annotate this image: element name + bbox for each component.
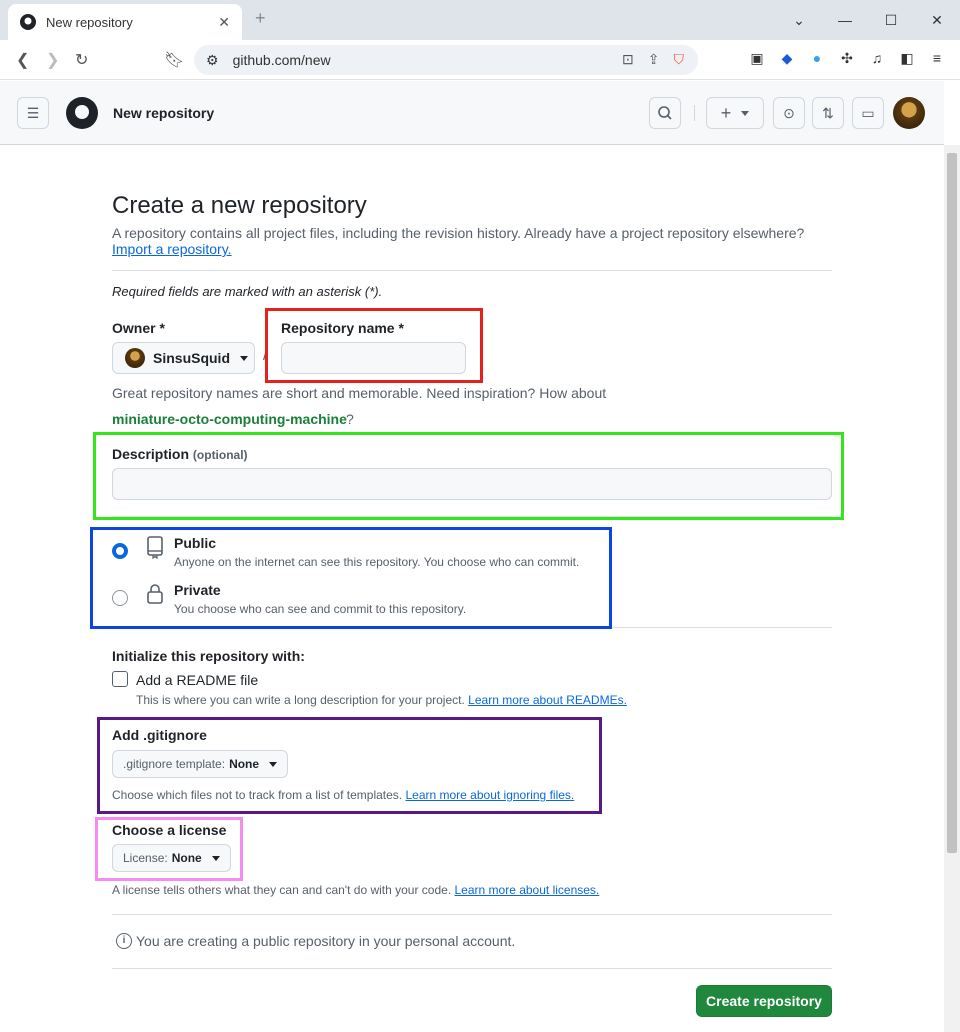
divider — [112, 914, 832, 915]
license-description: A license tells others what they can and… — [112, 883, 599, 897]
close-tab-icon[interactable]: ✕ — [218, 14, 230, 31]
repo-name-hint: Great repository names are short and mem… — [112, 385, 607, 401]
readme-checkbox[interactable] — [112, 671, 128, 687]
maximize-icon[interactable]: ☐ — [868, 12, 914, 29]
info-icon: i — [116, 933, 132, 949]
search-icon — [658, 106, 672, 120]
extensions-bar: ▣ ◆ ● ✣ ♫ ◧ ≡ — [748, 50, 946, 67]
browser-toolbar: ❮ ❯ ↻ 🔖︎ ⚙ github.com/new ⊡ ⇪ ⛉ ▣ ◆ ● ✣ … — [0, 40, 960, 80]
github-favicon-icon — [20, 14, 36, 30]
brave-shield-icon[interactable]: ⛉ — [674, 51, 685, 68]
extension-compass-icon[interactable]: ● — [808, 50, 826, 67]
issues-icon: ⊙ — [783, 104, 795, 121]
github-logo-icon[interactable] — [66, 97, 98, 129]
divider — [112, 270, 832, 271]
chevron-down-icon — [240, 355, 248, 361]
issues-button[interactable]: ⊙ — [773, 97, 805, 129]
bookmark-icon[interactable]: 🔖︎ — [164, 50, 184, 70]
create-new-button[interactable]: + — [706, 97, 764, 129]
annotation-box-red — [265, 308, 483, 383]
browser-tab[interactable]: New repository ✕ — [8, 4, 242, 40]
suggestion-question-mark: ? — [346, 411, 354, 427]
inbox-button[interactable]: ▭ — [852, 97, 884, 129]
required-note: Required fields are marked with an aster… — [112, 284, 383, 299]
annotation-box-purple — [97, 717, 602, 814]
scrollbar-thumb[interactable] — [947, 153, 957, 853]
pull-request-icon: ⇅ — [822, 104, 834, 121]
url-text: github.com/new — [232, 52, 331, 68]
minimize-icon[interactable]: — — [822, 12, 868, 28]
extension-hat-icon[interactable]: ◆ — [778, 50, 796, 67]
create-repository-button[interactable]: Create repository — [696, 985, 832, 1017]
address-bar[interactable]: ⚙ github.com/new ⊡ ⇪ ⛉ — [194, 45, 698, 75]
header-divider — [694, 105, 695, 121]
media-icon[interactable]: ♫ — [868, 50, 886, 67]
readme-learn-more-link[interactable]: Learn more about READMEs. — [468, 693, 627, 707]
owner-select[interactable]: SinsuSquid — [112, 342, 255, 374]
close-window-icon[interactable]: ✕ — [914, 12, 960, 29]
annotation-box-blue — [90, 527, 612, 629]
notice-text: You are creating a public repository in … — [136, 933, 516, 949]
readme-description: This is where you can write a long descr… — [136, 693, 627, 707]
page-scrollbar[interactable] — [944, 145, 960, 1032]
window-controls: ⌄ — ☐ ✕ — [776, 0, 960, 40]
header-title[interactable]: New repository — [113, 105, 214, 121]
share-icon[interactable]: ⇪ — [648, 51, 660, 68]
picture-in-picture-icon[interactable]: ▣ — [748, 50, 766, 67]
annotation-box-pink — [95, 817, 243, 881]
pull-requests-button[interactable]: ⇅ — [812, 97, 844, 129]
divider — [112, 968, 832, 969]
name-suggestion[interactable]: miniature-octo-computing-machine — [112, 411, 347, 427]
init-heading: Initialize this repository with: — [112, 648, 305, 664]
browser-tabbar: New repository ✕ + ⌄ — ☐ ✕ — [0, 0, 960, 40]
sidebar-icon[interactable]: ◧ — [898, 50, 916, 67]
back-icon[interactable]: ❮ — [16, 50, 29, 70]
owner-label: Owner * — [112, 320, 165, 336]
forward-icon[interactable]: ❯ — [46, 50, 59, 70]
lede-text: A repository contains all project files,… — [112, 225, 805, 241]
readme-label[interactable]: Add a README file — [136, 672, 258, 688]
reload-icon[interactable]: ↻ — [75, 50, 88, 70]
license-learn-more-link[interactable]: Learn more about licenses. — [455, 883, 600, 897]
public-notice: i You are creating a public repository i… — [116, 933, 515, 949]
github-header: ☰ New repository + ⊙ ⇅ ▭ — [0, 81, 944, 145]
page-lede: A repository contains all project files,… — [112, 225, 832, 257]
inbox-icon: ▭ — [861, 104, 875, 121]
plus-icon: + — [720, 102, 732, 123]
owner-avatar — [125, 348, 145, 368]
search-button[interactable] — [649, 97, 681, 129]
tab-search-icon[interactable]: ⌄ — [776, 12, 822, 29]
license-desc-text: A license tells others what they can and… — [112, 883, 452, 897]
import-repo-link[interactable]: Import a repository. — [112, 241, 232, 257]
site-info-icon[interactable]: ⚙ — [206, 52, 219, 69]
new-tab-icon[interactable]: + — [255, 8, 266, 29]
annotation-box-green — [93, 432, 844, 520]
menu-icon[interactable]: ≡ — [928, 50, 946, 67]
chevron-down-icon — [741, 110, 750, 116]
install-app-icon[interactable]: ⊡ — [622, 51, 634, 68]
avatar[interactable] — [893, 97, 925, 129]
tab-title: New repository — [46, 14, 133, 30]
owner-value: SinsuSquid — [153, 350, 230, 366]
hamburger-menu-button[interactable]: ☰ — [17, 97, 49, 129]
extensions-puzzle-icon[interactable]: ✣ — [838, 50, 856, 67]
readme-desc-text: This is where you can write a long descr… — [136, 693, 465, 707]
page-title: Create a new repository — [112, 192, 367, 219]
